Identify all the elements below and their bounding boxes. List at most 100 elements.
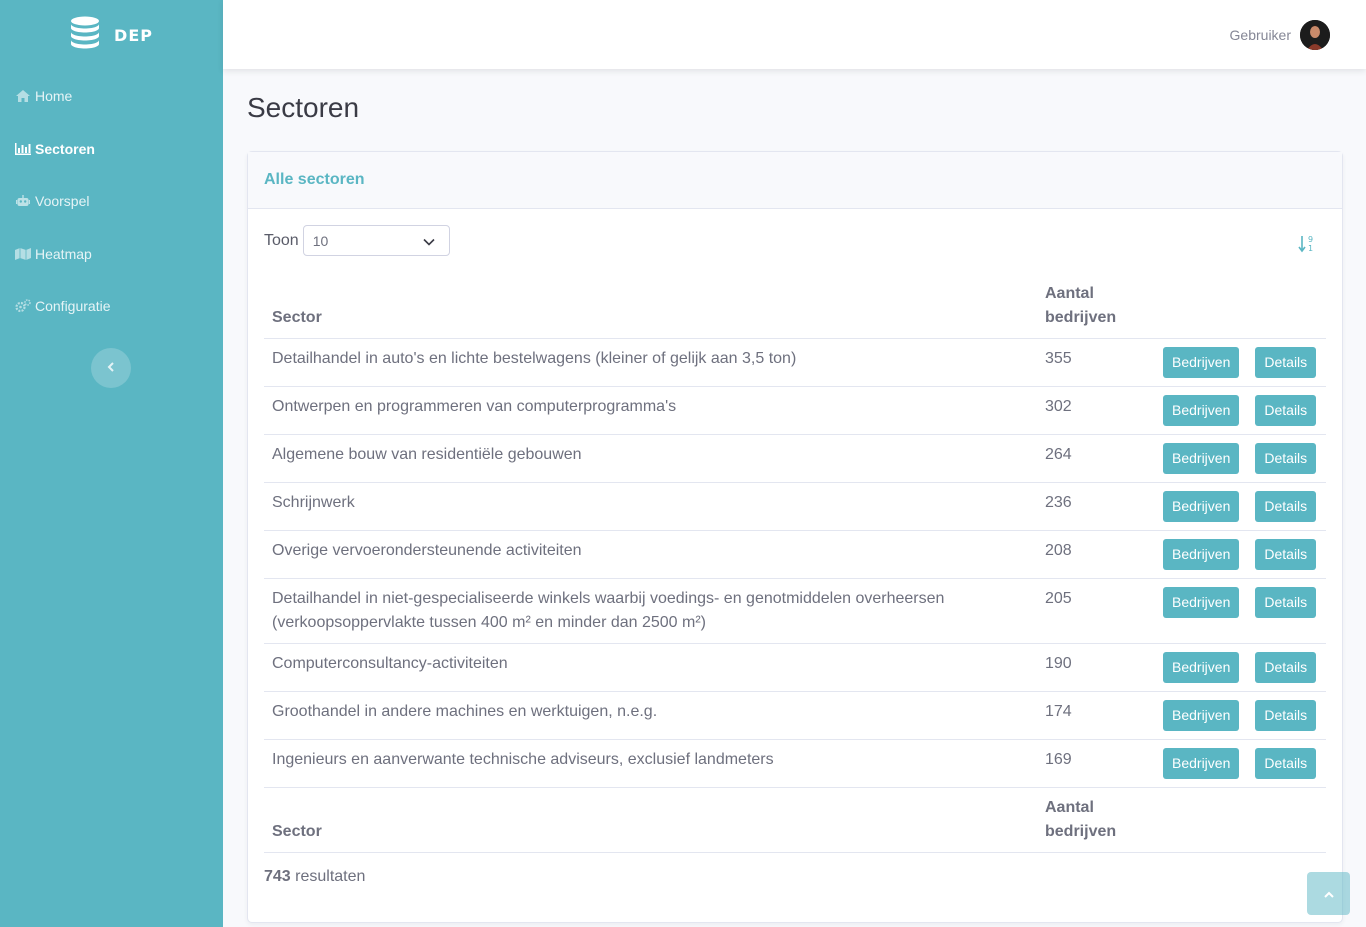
bedrijven-button[interactable]: Bedrijven <box>1163 443 1240 474</box>
sidebar-item-label: Configuratie <box>35 298 111 315</box>
sidebar-item-heatmap[interactable]: Heatmap <box>0 228 223 281</box>
chevron-left-icon <box>107 359 115 377</box>
actions-cell: Bedrijven Details <box>1155 692 1326 740</box>
bedrijven-button[interactable]: Bedrijven <box>1163 652 1240 683</box>
card-title: Alle sectoren <box>264 171 365 188</box>
table-row: Computerconsultancy-activiteiten 190 Bedri… <box>264 644 1326 692</box>
bedrijven-button[interactable]: Bedrijven <box>1163 700 1240 731</box>
home-icon <box>15 89 31 103</box>
bedrijven-button[interactable]: Bedrijven <box>1163 347 1240 378</box>
results-number: 743 <box>264 868 291 885</box>
map-icon <box>15 247 31 261</box>
page-size-control: Toon 10 <box>264 225 450 256</box>
sector-name-cell: Detailhandel in auto's en lichte bestelw… <box>272 350 797 367</box>
bedrijven-button[interactable]: Bedrijven <box>1163 491 1240 522</box>
sidebar: DEP Home Sectoren Voorspel Heatmap Confi… <box>0 0 223 927</box>
sidebar-item-configuratie[interactable]: Configuratie <box>0 280 223 333</box>
table-footer-row: Sector Aantal bedrijven <box>264 788 1326 853</box>
sectors-card: Alle sectoren Toon 10 91 Sector Aantal b… <box>247 151 1343 923</box>
company-count-cell: 205 <box>1045 590 1072 607</box>
table-row: Algemene bouw van residentiële gebouwen 2… <box>264 435 1326 483</box>
details-button[interactable]: Details <box>1255 587 1317 618</box>
card-header: Alle sectoren <box>248 152 1342 209</box>
details-button[interactable]: Details <box>1255 539 1317 570</box>
column-footer-sector: Sector <box>272 823 322 840</box>
topbar: Gebruiker <box>223 0 1366 69</box>
sidebar-item-home[interactable]: Home <box>0 70 223 123</box>
svg-text:1: 1 <box>1308 244 1313 253</box>
bedrijven-button[interactable]: Bedrijven <box>1163 748 1240 779</box>
actions-cell: Bedrijven Details <box>1155 435 1326 483</box>
sidebar-item-voorspel[interactable]: Voorspel <box>0 175 223 228</box>
database-icon <box>70 16 100 55</box>
details-button[interactable]: Details <box>1255 395 1317 426</box>
actions-cell: Bedrijven Details <box>1155 387 1326 435</box>
company-count-cell: 169 <box>1045 751 1072 768</box>
scroll-to-top-button[interactable] <box>1307 872 1350 915</box>
results-label: resultaten <box>295 868 366 885</box>
actions-cell: Bedrijven Details <box>1155 483 1326 531</box>
sector-name-cell: Detailhandel in niet-gespecialiseerde wi… <box>272 590 945 631</box>
robot-icon <box>15 194 31 208</box>
details-button[interactable]: Details <box>1255 443 1317 474</box>
avatar[interactable] <box>1300 19 1330 50</box>
column-header-actions <box>1155 274 1326 339</box>
page-size-select[interactable]: 10 <box>302 225 450 256</box>
column-header-count[interactable]: Aantal bedrijven <box>1037 274 1155 339</box>
actions-cell: Bedrijven Details <box>1155 644 1326 692</box>
sidebar-item-label: Heatmap <box>35 245 92 262</box>
sector-name-cell: Computerconsultancy-activiteiten <box>272 655 508 672</box>
details-button[interactable]: Details <box>1255 491 1317 522</box>
table-row: Ontwerpen en programmeren van computerpr… <box>264 387 1326 435</box>
details-button[interactable]: Details <box>1255 652 1317 683</box>
company-count-cell: 208 <box>1045 542 1072 559</box>
actions-cell: Bedrijven Details <box>1155 740 1326 788</box>
company-count-cell: 236 <box>1045 494 1072 511</box>
company-count-cell: 174 <box>1045 703 1072 720</box>
brand-name: DEP <box>114 25 153 45</box>
sector-name-cell: Groothandel in andere machines en werktu… <box>272 703 658 720</box>
bar-chart-icon <box>15 142 31 156</box>
sector-name-cell: Ingenieurs en aanverwante technische adv… <box>272 751 774 768</box>
column-footer-actions <box>1155 788 1326 853</box>
user-name[interactable]: Gebruiker <box>1230 27 1291 43</box>
table-body: Detailhandel in auto's en lichte bestelw… <box>264 339 1326 788</box>
actions-cell: Bedrijven Details <box>1155 579 1326 644</box>
sector-name-cell: Schrijnwerk <box>272 494 355 511</box>
details-button[interactable]: Details <box>1255 700 1317 731</box>
actions-cell: Bedrijven Details <box>1155 531 1326 579</box>
sector-name-cell: Algemene bouw van residentiële gebouwen <box>272 446 582 463</box>
sort-numeric-down-alt-icon[interactable]: 91 <box>1298 234 1316 254</box>
table-row: Schrijnwerk 236 Bedrijven Details <box>264 483 1326 531</box>
table-row: Detailhandel in niet-gespecialiseerde wi… <box>264 579 1326 644</box>
company-count-cell: 190 <box>1045 655 1072 672</box>
company-count-cell: 302 <box>1045 398 1072 415</box>
page-size-label: Toon <box>264 231 299 249</box>
table-row: Groothandel in andere machines en werktu… <box>264 692 1326 740</box>
sector-name-cell: Ontwerpen en programmeren van computerpr… <box>272 398 677 415</box>
page-title: Sectoren <box>247 92 360 123</box>
details-button[interactable]: Details <box>1255 748 1317 779</box>
page-size-value: 10 <box>312 232 329 249</box>
sidebar-item-sectoren[interactable]: Sectoren <box>0 123 223 176</box>
cogs-icon <box>15 299 31 313</box>
sidebar-item-label: Voorspel <box>35 193 90 210</box>
sectors-table: Sector Aantal bedrijven Detailhandel in … <box>264 274 1326 853</box>
bedrijven-button[interactable]: Bedrijven <box>1163 539 1240 570</box>
sidebar-item-label: Home <box>35 88 73 105</box>
details-button[interactable]: Details <box>1255 347 1317 378</box>
company-count-cell: 264 <box>1045 446 1072 463</box>
column-header-sector[interactable]: Sector <box>264 274 1037 339</box>
chevron-up-icon <box>1323 885 1334 903</box>
chevron-down-icon <box>423 233 435 249</box>
bedrijven-button[interactable]: Bedrijven <box>1163 395 1240 426</box>
company-count-cell: 355 <box>1045 350 1072 367</box>
bedrijven-button[interactable]: Bedrijven <box>1163 587 1240 618</box>
brand[interactable]: DEP <box>0 0 223 70</box>
table-row: Overige vervoerondersteunende activiteit… <box>264 531 1326 579</box>
svg-text:9: 9 <box>1308 235 1313 244</box>
table-header-row: Sector Aantal bedrijven <box>264 274 1326 339</box>
sidebar-toggle-button[interactable] <box>91 348 131 388</box>
column-footer-count: Aantal bedrijven <box>1045 799 1117 840</box>
actions-cell: Bedrijven Details <box>1155 339 1326 387</box>
